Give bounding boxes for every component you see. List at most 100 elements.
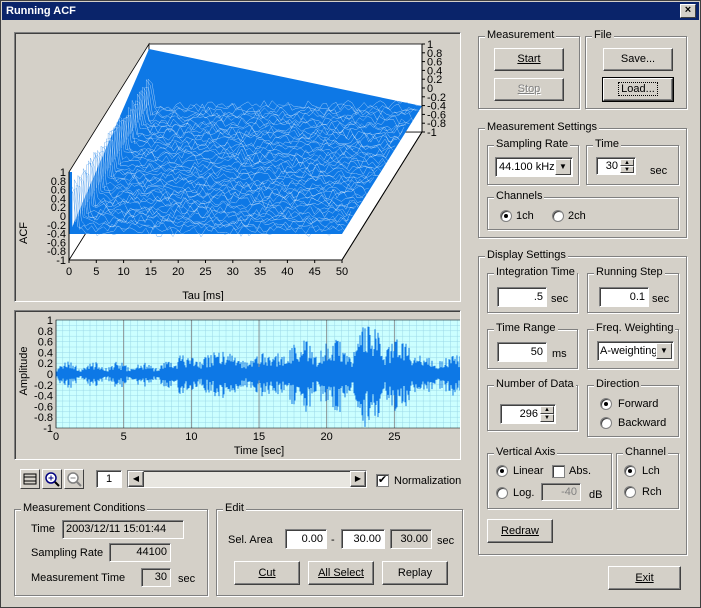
load-button[interactable]: Load... bbox=[602, 77, 674, 102]
mc-measurement-time-label: Measurement Time bbox=[31, 572, 126, 584]
waveform-plot-panel: 0 5 10 15 20 25 1 0.8 0.6 0.4 0.2 0 -0.2 -0.4 -0.6 -0.8… bbox=[14, 310, 461, 460]
sel-area-label: Sel. Area bbox=[228, 534, 273, 546]
measurement-group: Measurement Start Stop bbox=[478, 29, 580, 109]
normalization-checkbox[interactable]: ✔ bbox=[376, 474, 389, 487]
save-button[interactable]: Save... bbox=[603, 48, 673, 71]
horizontal-scrollbar[interactable]: ◀ ▶ bbox=[127, 470, 367, 488]
time-group: Time 30 ▲ ▼ sec bbox=[586, 138, 679, 185]
running-step-group: Running Step 0.1 sec bbox=[587, 266, 679, 313]
sel-area-unit: sec bbox=[437, 535, 455, 547]
freq-weighting-dropdown-icon[interactable]: ▼ bbox=[656, 343, 672, 359]
forward-radio[interactable] bbox=[600, 398, 612, 410]
load-label: Load... bbox=[618, 82, 658, 96]
display-settings-group: Display Settings Integration Time .5 sec… bbox=[478, 249, 687, 555]
freq-weighting-legend: Freq. Weighting bbox=[594, 322, 676, 334]
mc-sampling-rate-value: 44100 bbox=[109, 543, 171, 562]
abs-label: Abs. bbox=[569, 465, 592, 477]
acf-x-tick-label: 30 bbox=[227, 266, 239, 278]
rch-radio[interactable] bbox=[624, 486, 636, 498]
measurement-conditions-legend: Measurement Conditions bbox=[21, 502, 148, 514]
sel-area-dash: - bbox=[331, 534, 335, 546]
time-legend: Time bbox=[593, 138, 622, 150]
sel-area-from-field[interactable]: 0.00 bbox=[285, 529, 327, 549]
scroll-left-icon[interactable]: ◀ bbox=[128, 471, 144, 487]
time-range-field[interactable]: 50 bbox=[497, 342, 547, 362]
close-icon[interactable]: × bbox=[680, 4, 696, 18]
zoom-out-icon[interactable] bbox=[64, 469, 84, 489]
time-range-group: Time Range 50 ms bbox=[487, 322, 578, 369]
sampling-rate-legend: Sampling Rate bbox=[494, 138, 571, 150]
freq-weighting-group: Freq. Weighting A-weighting ▼ bbox=[587, 322, 679, 369]
wave-x-tick-label: 20 bbox=[321, 431, 333, 443]
vertical-axis-group: Vertical Axis Linear Abs. Log. -40 dB bbox=[487, 446, 612, 509]
zoom-in-icon[interactable] bbox=[42, 469, 62, 489]
replay-label: Replay bbox=[397, 567, 433, 579]
number-of-data-spinner-icon[interactable]: ▲ ▼ bbox=[540, 406, 554, 422]
sampling-rate-dropdown-icon[interactable]: ▼ bbox=[555, 159, 571, 175]
linear-radio[interactable] bbox=[496, 465, 508, 477]
running-step-field[interactable]: 0.1 bbox=[599, 287, 649, 307]
edit-legend: Edit bbox=[223, 502, 246, 514]
file-group: File Save... Load... bbox=[585, 29, 687, 109]
integration-time-field[interactable]: .5 bbox=[497, 287, 547, 307]
forward-label: Forward bbox=[618, 398, 659, 410]
window-title: Running ACF bbox=[6, 5, 76, 17]
measurement-legend: Measurement bbox=[485, 29, 557, 41]
sel-area-length-field: 30.00 bbox=[390, 529, 432, 549]
channel-legend: Channel bbox=[623, 446, 668, 458]
all-select-button[interactable]: All Select bbox=[308, 561, 374, 585]
vertical-axis-legend: Vertical Axis bbox=[494, 446, 558, 458]
log-radio[interactable] bbox=[496, 487, 508, 499]
time-spinner-icon[interactable]: ▲ ▼ bbox=[620, 159, 634, 173]
integration-time-legend: Integration Time bbox=[494, 266, 577, 278]
mc-time-label: Time bbox=[31, 523, 56, 535]
integration-time-unit: sec bbox=[551, 293, 569, 305]
stop-label: Stop bbox=[517, 83, 541, 95]
redraw-button[interactable]: Redraw bbox=[487, 519, 553, 543]
acf-x-tick-label: 50 bbox=[336, 266, 348, 278]
ch1-radio[interactable] bbox=[500, 210, 512, 222]
wave-x-tick-label: 25 bbox=[388, 431, 400, 443]
acf-front-y-tick-label: -1 bbox=[56, 255, 66, 267]
acf-x-tick-label: 15 bbox=[145, 266, 157, 278]
wave-x-tick-label: 15 bbox=[253, 431, 265, 443]
channels-group: Channels 1ch 2ch bbox=[487, 190, 679, 230]
ch1-label: 1ch bbox=[516, 210, 534, 222]
ch2-radio[interactable] bbox=[552, 210, 564, 222]
log-db-unit: dB bbox=[589, 489, 603, 501]
exit-button[interactable]: Exit bbox=[608, 566, 681, 590]
acf-x-tick-label: 0 bbox=[66, 266, 72, 278]
wave-x-tick-label: 10 bbox=[185, 431, 197, 443]
wave-x-tick-label: 5 bbox=[121, 431, 127, 443]
acf-3d-plot: 0 5 10 15 20 25 30 35 40 45 5010.80.60.40.20-0.2-0… bbox=[18, 39, 446, 301]
scroll-right-icon[interactable]: ▶ bbox=[350, 471, 366, 487]
title-bar: Running ACF × bbox=[2, 2, 699, 20]
rch-label: Rch bbox=[642, 486, 662, 498]
save-label: Save... bbox=[620, 53, 656, 65]
mc-measurement-time-unit: sec bbox=[178, 573, 196, 585]
normalization-label: Normalization bbox=[394, 475, 462, 487]
time-range-unit: ms bbox=[552, 348, 567, 360]
stop-button[interactable]: Stop bbox=[494, 78, 564, 101]
number-of-data-group: Number of Data 296 ▲ ▼ bbox=[487, 378, 578, 431]
mc-time-value: 2003/12/11 15:01:44 bbox=[62, 520, 184, 539]
replay-button[interactable]: Replay bbox=[382, 561, 448, 585]
acf-x-tick-label: 25 bbox=[199, 266, 211, 278]
wave-y-tick-label: -1 bbox=[43, 423, 53, 435]
ch2-label: 2ch bbox=[568, 210, 586, 222]
lch-label: Lch bbox=[642, 465, 660, 477]
time-unit: sec bbox=[650, 165, 668, 177]
direction-legend: Direction bbox=[594, 378, 642, 390]
log-db-field[interactable]: -40 bbox=[541, 483, 581, 501]
fit-view-icon[interactable] bbox=[20, 469, 40, 489]
acf-xlabel: Tau [ms] bbox=[182, 290, 224, 301]
acf-back-y-tick-label: -1 bbox=[427, 127, 437, 139]
cut-button[interactable]: Cut bbox=[234, 561, 300, 585]
lch-radio[interactable] bbox=[624, 465, 636, 477]
start-button[interactable]: Start bbox=[494, 48, 564, 71]
running-step-legend: Running Step bbox=[594, 266, 665, 278]
sel-area-to-field[interactable]: 30.00 bbox=[341, 529, 385, 549]
log-label: Log. bbox=[513, 487, 535, 499]
backward-radio[interactable] bbox=[600, 417, 612, 429]
abs-checkbox[interactable] bbox=[552, 465, 565, 478]
